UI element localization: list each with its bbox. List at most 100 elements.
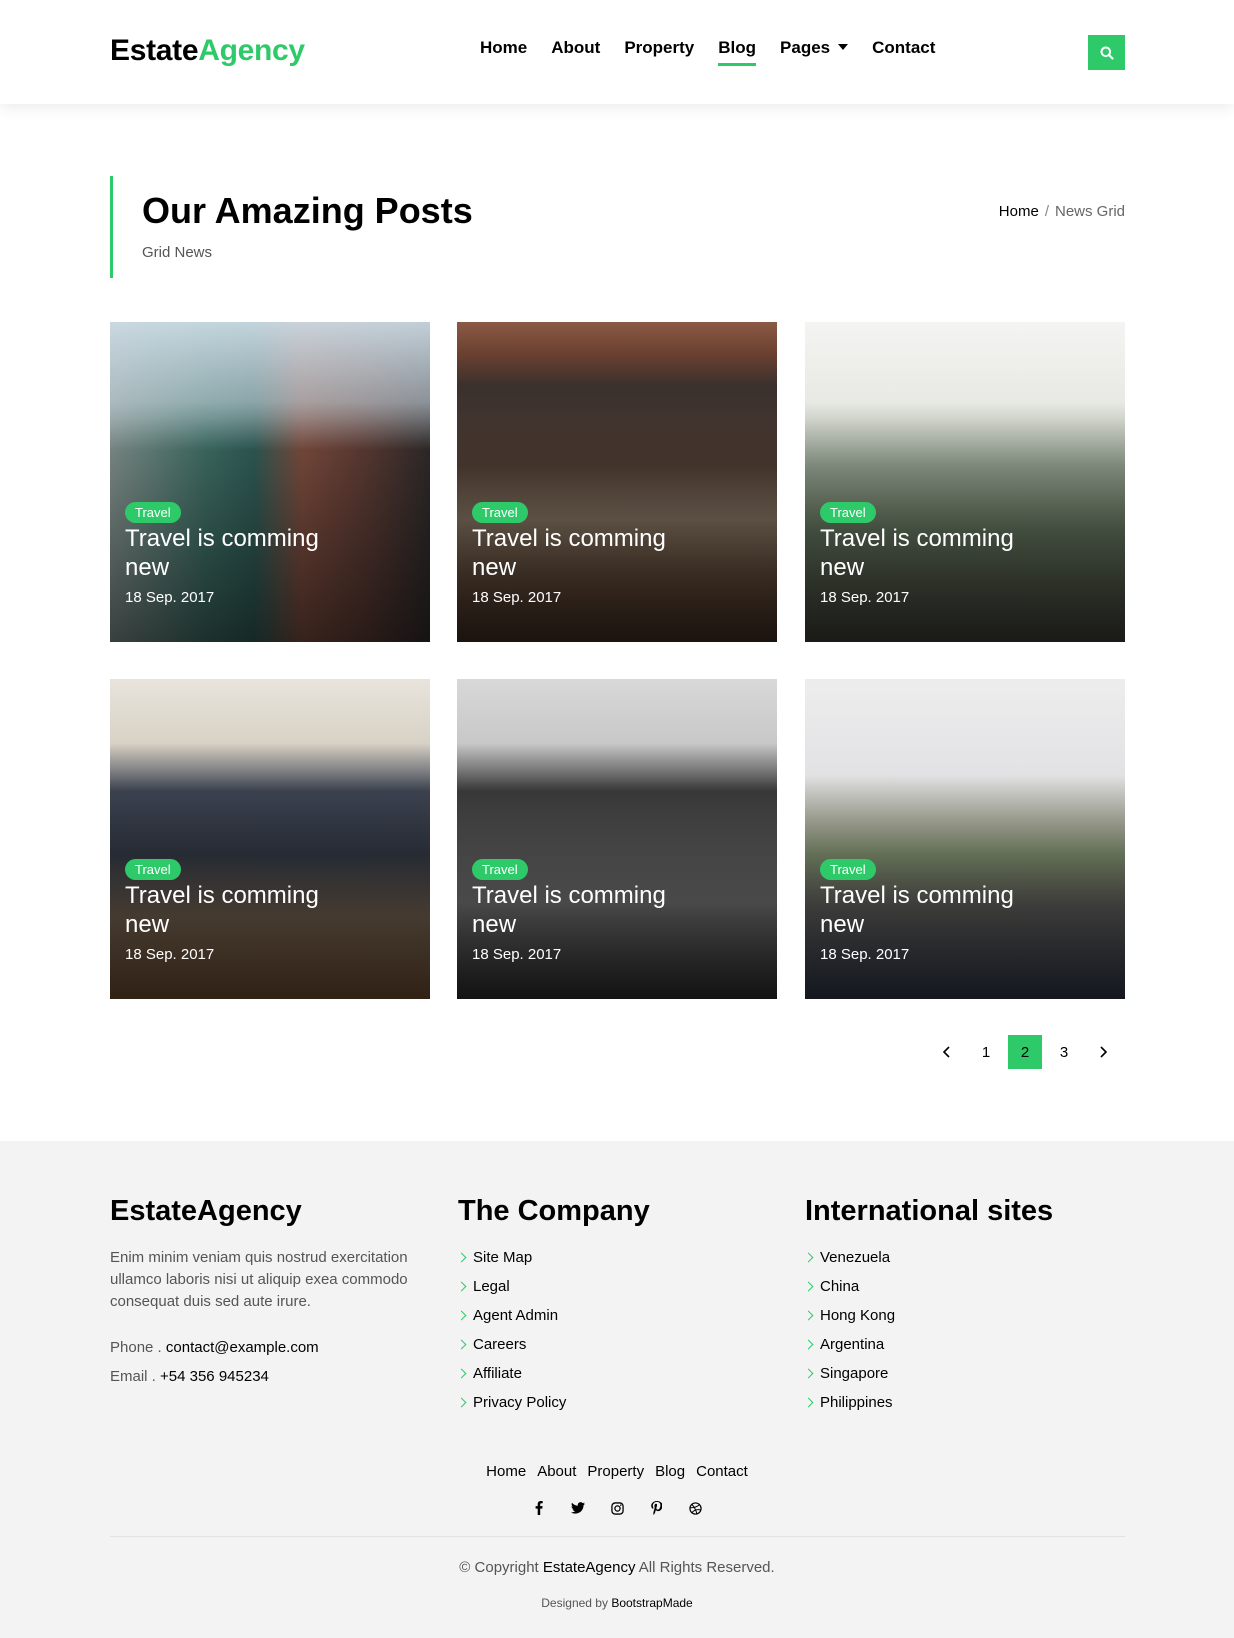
link-label: China <box>820 1278 860 1295</box>
link-label: Singapore <box>820 1365 889 1382</box>
footer-nav: Home About Property Blog Contact <box>0 1463 1234 1480</box>
post-card[interactable]: Travel Travel is comming new 18 Sep. 201… <box>457 679 777 999</box>
facebook-icon[interactable] <box>531 1500 547 1516</box>
caret-down-icon <box>838 43 849 50</box>
footer-about: EstateAgency Enim minim veniam quis nost… <box>110 1195 415 1391</box>
chevron-right-icon <box>803 1281 814 1292</box>
breadcrumb-separator: / <box>1044 203 1049 220</box>
chevron-left-icon <box>942 1046 950 1058</box>
post-title[interactable]: Travel is comming new <box>472 524 712 582</box>
post-card[interactable]: Travel Travel is comming new 18 Sep. 201… <box>110 679 430 999</box>
category-badge[interactable]: Travel <box>820 859 876 880</box>
main-nav: Home About Property Blog Pages Contact <box>480 38 959 66</box>
next-page-button[interactable] <box>1086 1035 1120 1069</box>
nav-pages[interactable]: Pages <box>780 38 849 64</box>
footer-link-privacy-policy[interactable]: Privacy Policy <box>456 1388 650 1417</box>
prev-page-button[interactable] <box>930 1035 964 1069</box>
footer-nav-blog[interactable]: Blog <box>655 1463 685 1480</box>
breadcrumb: Home / News Grid <box>999 203 1125 220</box>
search-icon <box>1100 46 1114 60</box>
pinterest-icon[interactable] <box>648 1500 664 1516</box>
link-label: Hong Kong <box>820 1307 896 1324</box>
chevron-right-icon <box>803 1397 814 1408</box>
nav-contact[interactable]: Contact <box>872 38 935 64</box>
footer-brand-heading: EstateAgency <box>110 1195 302 1227</box>
page-button[interactable]: 3 <box>1047 1035 1081 1069</box>
footer-link-china[interactable]: China <box>803 1272 1053 1301</box>
footer-link-singapore[interactable]: Singapore <box>803 1359 1053 1388</box>
site-logo[interactable]: EstateAgency <box>110 34 305 68</box>
nav-about[interactable]: About <box>551 38 600 64</box>
post-title[interactable]: Travel is comming new <box>125 881 365 939</box>
post-card[interactable]: Travel Travel is comming new 18 Sep. 201… <box>805 679 1125 999</box>
email-label: Email . <box>110 1368 156 1385</box>
footer-link-affiliate[interactable]: Affiliate <box>456 1359 650 1388</box>
link-label: Legal <box>473 1278 510 1295</box>
link-label: Venezuela <box>820 1249 891 1266</box>
logo-accent: Agency <box>198 34 305 67</box>
footer-nav-contact[interactable]: Contact <box>696 1463 748 1480</box>
post-title[interactable]: Travel is comming new <box>472 881 712 939</box>
chevron-right-icon <box>803 1339 814 1350</box>
page-button-current[interactable]: 2 <box>1008 1035 1042 1069</box>
copyright-prefix: © Copyright <box>459 1559 539 1576</box>
nav-property[interactable]: Property <box>624 38 694 64</box>
designer-link[interactable]: BootstrapMade <box>611 1596 692 1610</box>
footer-link-legal[interactable]: Legal <box>456 1272 650 1301</box>
page-button[interactable]: 1 <box>969 1035 1003 1069</box>
footer-link-argentina[interactable]: Argentina <box>803 1330 1053 1359</box>
phone-value[interactable]: contact@example.com <box>166 1339 319 1356</box>
footer-nav-home[interactable]: Home <box>486 1463 526 1480</box>
footer-nav-about[interactable]: About <box>537 1463 576 1480</box>
post-date: 18 Sep. 2017 <box>125 946 215 963</box>
footer-link-agent-admin[interactable]: Agent Admin <box>456 1301 650 1330</box>
page-title: Our Amazing Posts <box>142 190 473 231</box>
footer-intl-heading: International sites <box>805 1195 1054 1227</box>
post-title[interactable]: Travel is comming new <box>820 881 1060 939</box>
footer-phone: Phone . contact@example.com <box>110 1333 415 1362</box>
breadcrumb-current: News Grid <box>1054 203 1125 220</box>
post-title[interactable]: Travel is comming new <box>125 524 365 582</box>
chevron-right-icon <box>456 1310 467 1321</box>
category-badge[interactable]: Travel <box>820 502 876 523</box>
link-label: Philippines <box>820 1394 893 1411</box>
chevron-right-icon <box>1100 1046 1108 1058</box>
designed-by-label: Designed by <box>541 1596 608 1610</box>
dribbble-icon[interactable] <box>687 1500 703 1516</box>
post-title[interactable]: Travel is comming new <box>820 524 1060 582</box>
category-badge[interactable]: Travel <box>472 859 528 880</box>
footer-description: Enim minim veniam quis nostrud exercitat… <box>110 1249 408 1310</box>
breadcrumb-home[interactable]: Home <box>999 203 1039 220</box>
nav-blog[interactable]: Blog <box>718 38 756 66</box>
link-label: Argentina <box>820 1336 885 1353</box>
footer-link-careers[interactable]: Careers <box>456 1330 650 1359</box>
nav-home[interactable]: Home <box>480 38 527 64</box>
post-date: 18 Sep. 2017 <box>472 946 562 963</box>
post-card[interactable]: Travel Travel is comming new 18 Sep. 201… <box>110 322 430 642</box>
footer-link-hong-kong[interactable]: Hong Kong <box>803 1301 1053 1330</box>
email-value[interactable]: +54 356 945234 <box>160 1368 269 1385</box>
instagram-icon[interactable] <box>609 1500 625 1516</box>
nav-pages-label: Pages <box>780 38 831 57</box>
footer-email: Email . +54 356 945234 <box>110 1362 415 1391</box>
search-button[interactable] <box>1088 35 1125 70</box>
site-footer: EstateAgency Enim minim veniam quis nost… <box>0 1141 1234 1638</box>
post-card[interactable]: Travel Travel is comming new 18 Sep. 201… <box>457 322 777 642</box>
category-badge[interactable]: Travel <box>125 502 181 523</box>
page-subtitle: Grid News <box>142 244 213 261</box>
footer-nav-property[interactable]: Property <box>587 1463 644 1480</box>
post-date: 18 Sep. 2017 <box>125 589 215 606</box>
chevron-right-icon <box>456 1339 467 1350</box>
category-badge[interactable]: Travel <box>472 502 528 523</box>
link-label: Privacy Policy <box>473 1394 567 1411</box>
social-links <box>0 1500 1234 1516</box>
footer-link-philippines[interactable]: Philippines <box>803 1388 1053 1417</box>
footer-international: International sites Venezuela China Hong… <box>803 1195 1054 1417</box>
link-label: Site Map <box>473 1249 533 1266</box>
chevron-right-icon <box>803 1310 814 1321</box>
twitter-icon[interactable] <box>570 1500 586 1516</box>
post-card[interactable]: Travel Travel is comming new 18 Sep. 201… <box>805 322 1125 642</box>
footer-link-site-map[interactable]: Site Map <box>456 1243 650 1272</box>
footer-link-venezuela[interactable]: Venezuela <box>803 1243 1053 1272</box>
category-badge[interactable]: Travel <box>125 859 181 880</box>
